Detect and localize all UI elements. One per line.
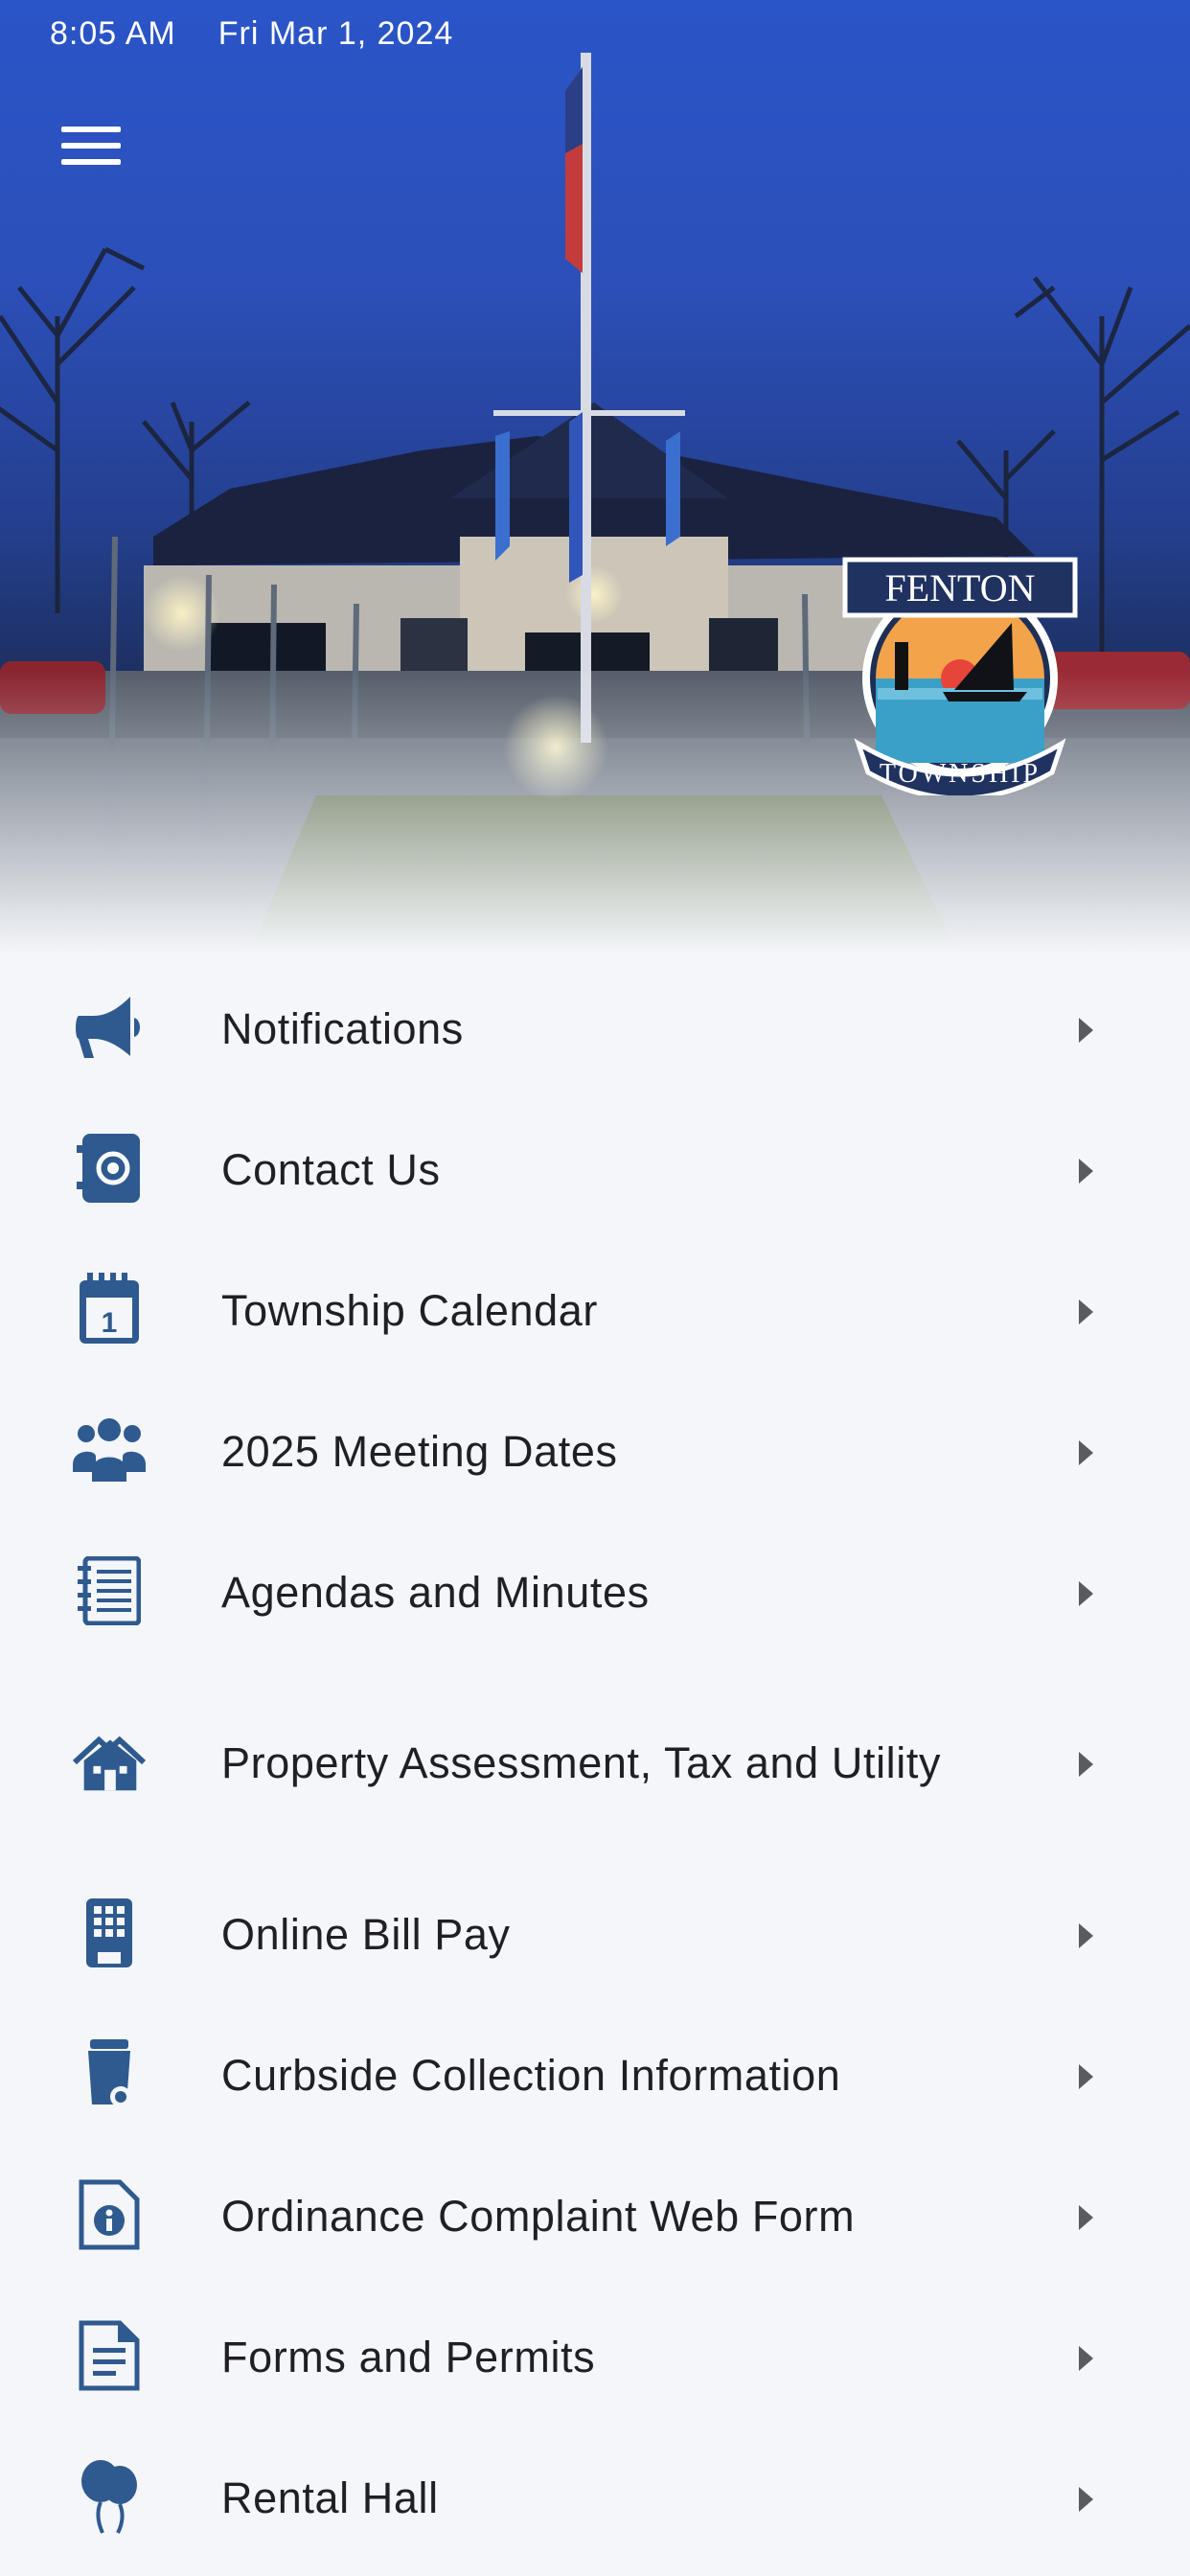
chevron-right-icon [1079, 1752, 1093, 1777]
status-time: 8:05 AM [50, 15, 176, 52]
menu-item-curbside-collection[interactable]: Curbside Collection Information [0, 2005, 1190, 2146]
menu-item-property-assessment[interactable]: Property Assessment, Tax and Utility [0, 1663, 1190, 1864]
trash-bin-icon [71, 2036, 148, 2112]
hero-banner: 8:05 AM Fri Mar 1, 2024 FENTON TOWNSHIP [0, 0, 1190, 954]
menu-item-label: Property Assessment, Tax and Utility [221, 1738, 942, 1787]
chevron-right-icon [1079, 1158, 1093, 1184]
svg-text:1: 1 [102, 1307, 118, 1339]
menu-item-label: Agendas and Minutes [221, 1567, 650, 1617]
main-menu-list: Notifications Contact Us 1 Township Cale… [0, 958, 1190, 2568]
info-document-icon [71, 2176, 148, 2253]
document-icon [71, 2317, 148, 2394]
megaphone-icon [71, 989, 148, 1066]
menu-item-contact-us[interactable]: Contact Us [0, 1099, 1190, 1240]
fenton-township-logo: FENTON TOWNSHIP [842, 557, 1078, 795]
menu-item-label: Forms and Permits [221, 2332, 596, 2381]
menu-item-notifications[interactable]: Notifications [0, 958, 1190, 1099]
menu-item-township-calendar[interactable]: 1 Township Calendar [0, 1240, 1190, 1381]
chevron-right-icon [1079, 1439, 1093, 1465]
chevron-right-icon [1079, 2204, 1093, 2230]
balloons-icon [71, 2458, 148, 2535]
status-date: Fri Mar 1, 2024 [217, 15, 454, 52]
keypad-icon [71, 1895, 148, 1971]
menu-item-label: Ordinance Complaint Web Form [221, 2191, 856, 2241]
chevron-right-icon [1079, 2486, 1093, 2512]
menu-item-rental-hall[interactable]: Rental Hall [0, 2427, 1190, 2568]
menu-item-label: Notifications [221, 1003, 464, 1053]
menu-item-forms-permits[interactable]: Forms and Permits [0, 2287, 1190, 2427]
chevron-right-icon [1079, 1580, 1093, 1606]
menu-item-agendas-minutes[interactable]: Agendas and Minutes [0, 1522, 1190, 1663]
chevron-right-icon [1079, 2345, 1093, 2371]
chevron-right-icon [1079, 1017, 1093, 1043]
chevron-right-icon [1079, 1299, 1093, 1324]
address-book-icon [71, 1130, 148, 1207]
calendar-icon: 1 [71, 1271, 148, 1347]
menu-item-label: Online Bill Pay [221, 1909, 511, 1959]
status-bar: 8:05 AM Fri Mar 1, 2024 [50, 15, 453, 53]
menu-item-meeting-dates[interactable]: 2025 Meeting Dates [0, 1381, 1190, 1522]
menu-item-label: Township Calendar [221, 1285, 598, 1335]
township-hall-photo [0, 53, 1190, 954]
menu-item-label: Contact Us [221, 1144, 441, 1194]
chevron-right-icon [1079, 2063, 1093, 2089]
chevron-right-icon [1079, 1922, 1093, 1948]
notebook-icon [71, 1552, 148, 1629]
menu-item-label: 2025 Meeting Dates [221, 1426, 618, 1476]
hamburger-menu-button[interactable] [50, 107, 126, 184]
menu-item-label: Rental Hall [221, 2472, 439, 2522]
users-group-icon [71, 1412, 148, 1488]
logo-top-text: FENTON [884, 566, 1035, 610]
logo-bottom-text: TOWNSHIP [880, 759, 1041, 789]
menu-item-online-bill-pay[interactable]: Online Bill Pay [0, 1864, 1190, 2005]
houses-icon [71, 1723, 148, 1800]
menu-item-label: Curbside Collection Information [221, 2050, 841, 2100]
menu-item-ordinance-complaint[interactable]: Ordinance Complaint Web Form [0, 2146, 1190, 2287]
